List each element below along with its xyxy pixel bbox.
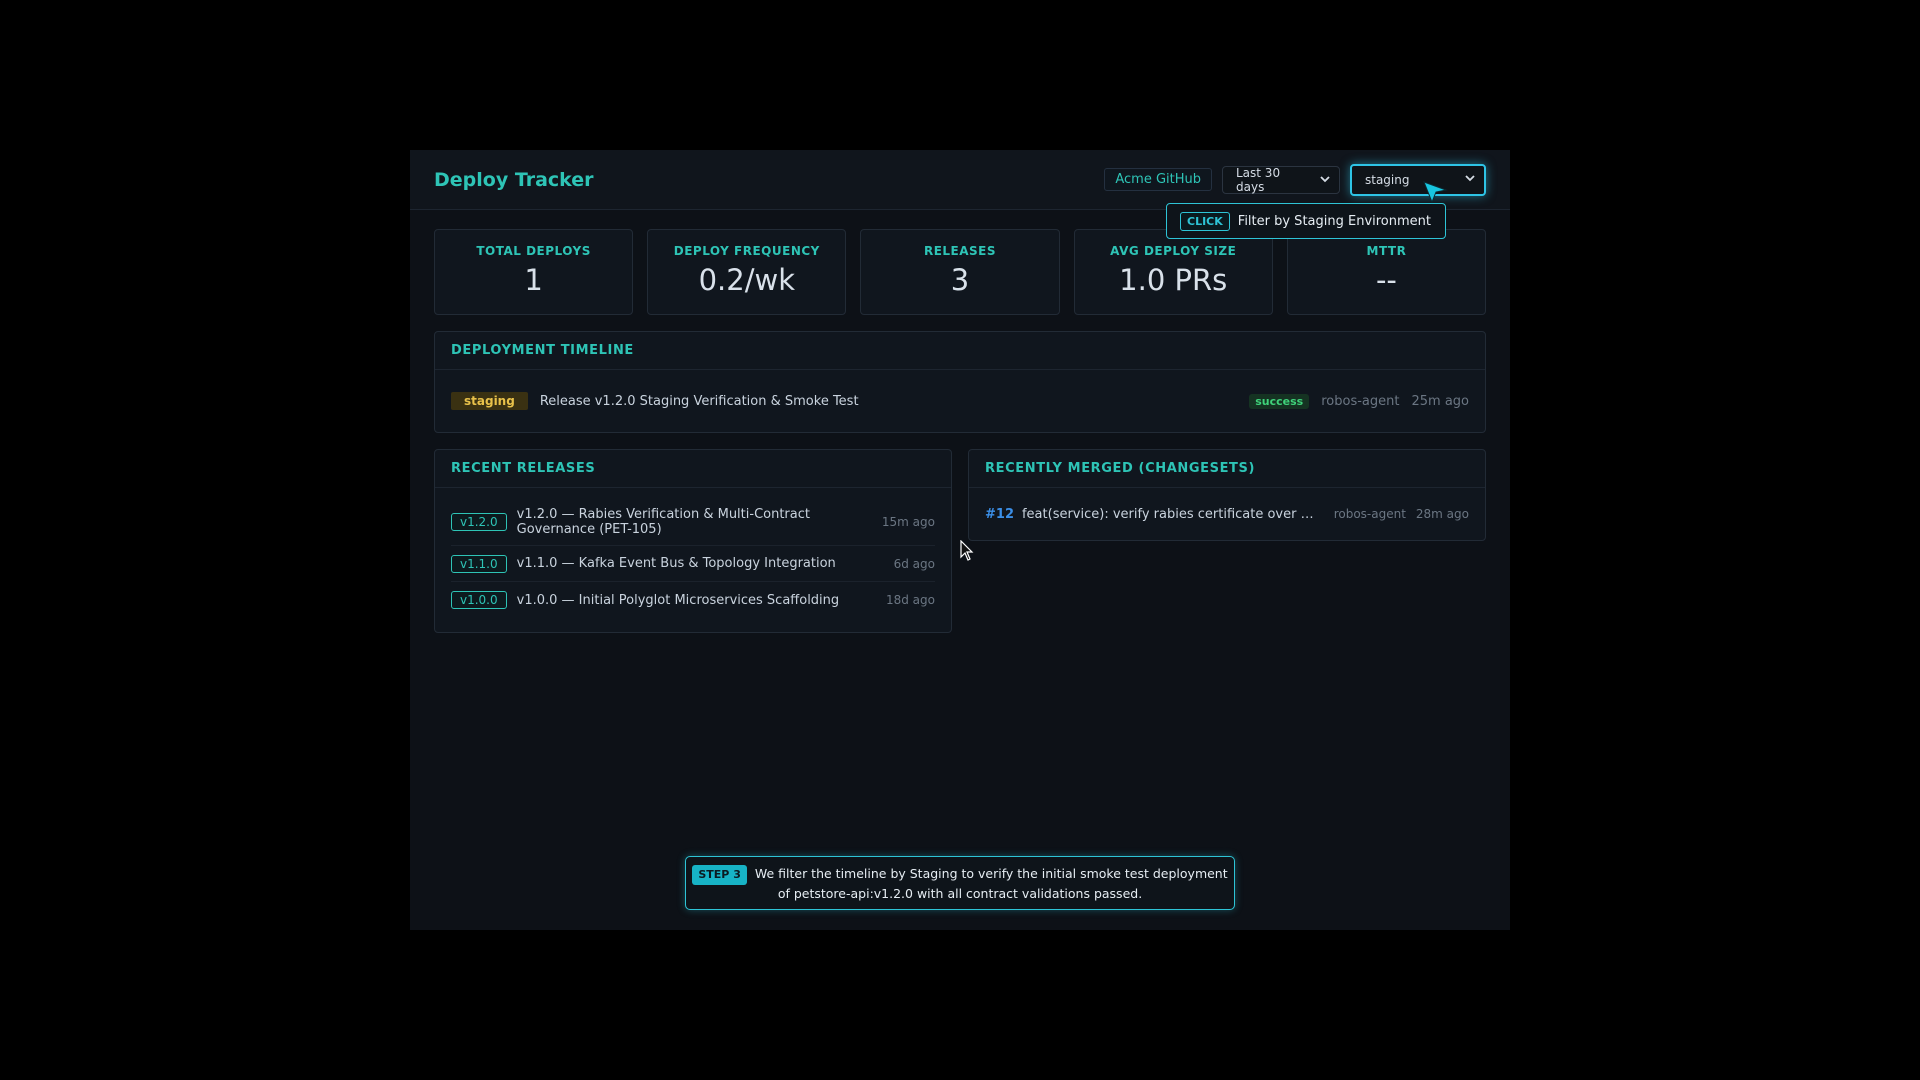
deployment-timeline-panel: DEPLOYMENT TIMELINE staging Release v1.2… — [434, 331, 1486, 433]
environment-select[interactable]: staging — [1350, 163, 1486, 196]
stat-card-deploy-frequency: DEPLOY FREQUENCY 0.2/wk — [647, 229, 847, 315]
stat-card-total-deploys: TOTAL DEPLOYS 1 — [434, 229, 634, 315]
stat-value: -- — [1375, 263, 1397, 297]
release-title: v1.1.0 — Kafka Event Bus & Topology Inte… — [516, 556, 836, 571]
stat-label: MTTR — [1366, 244, 1407, 258]
deployment-author: robos-agent — [1321, 393, 1400, 409]
release-time: 15m ago — [881, 514, 935, 529]
list-item[interactable]: v1.0.0 v1.0.0 — Initial Polyglot Microse… — [451, 582, 935, 618]
stat-label: RELEASES — [923, 244, 997, 258]
deployment-time: 25m ago — [1411, 393, 1469, 409]
list-item[interactable]: #12 feat(service): verify rabies certifi… — [969, 488, 1485, 540]
status-badge: success — [1249, 393, 1310, 409]
pr-number-link[interactable]: #12 — [985, 507, 1014, 522]
date-range-value: Last 30 days — [1236, 165, 1281, 194]
recently-merged-panel: RECENTLY MERGED (CHANGESETS) #12 feat(se… — [968, 449, 1486, 541]
stat-label: DEPLOY FREQUENCY — [673, 244, 820, 258]
header-bar: Deploy Tracker Acme GitHub Last 30 days … — [410, 150, 1510, 210]
mouse-pointer-icon — [960, 540, 974, 561]
list-item[interactable]: v1.1.0 v1.1.0 — Kafka Event Bus & Topolo… — [451, 546, 935, 582]
release-time: 18d ago — [885, 593, 935, 607]
chevron-down-icon — [1465, 174, 1475, 181]
tooltip-text: Filter by Staging Environment — [1237, 213, 1431, 229]
stat-value: 1.0 PRs — [1119, 263, 1228, 297]
page-title: Deploy Tracker — [434, 168, 594, 191]
release-list: v1.2.0 v1.2.0 — Rabies Verification & Mu… — [435, 488, 951, 618]
version-badge: v1.0.0 — [451, 591, 507, 609]
pr-title: feat(service): verify rabies certificate… — [1021, 506, 1324, 522]
action-tooltip: CLICK Filter by Staging Environment — [1166, 203, 1446, 239]
pr-time: 28m ago — [1415, 507, 1469, 521]
stat-label: TOTAL DEPLOYS — [476, 244, 591, 258]
release-time: 6d ago — [893, 556, 935, 571]
release-title: v1.0.0 — Initial Polyglot Microservices … — [516, 592, 840, 608]
version-badge: v1.1.0 — [451, 554, 507, 573]
environment-value: staging — [1365, 172, 1410, 187]
step-callout: STEP 3 We filter the timeline by Staging… — [685, 856, 1235, 910]
stat-card-mttr: MTTR -- — [1286, 229, 1487, 315]
step-text: We filter the timeline by Staging to ver… — [754, 866, 1228, 901]
stat-label: AVG DEPLOY SIZE — [1110, 244, 1237, 258]
stat-card-releases: RELEASES 3 — [860, 229, 1060, 315]
org-badge[interactable]: Acme GitHub — [1104, 168, 1212, 191]
highlight-cursor-icon — [1423, 181, 1448, 204]
stat-value: 3 — [950, 263, 970, 297]
chevron-down-icon — [1320, 175, 1330, 182]
stat-value: 0.2/wk — [698, 263, 795, 297]
panel-title: RECENT RELEASES — [435, 450, 951, 488]
panel-title: DEPLOYMENT TIMELINE — [435, 332, 1485, 370]
version-badge: v1.2.0 — [451, 512, 507, 531]
step-chip: STEP 3 — [692, 865, 747, 885]
list-item[interactable]: v1.2.0 v1.2.0 — Rabies Verification & Mu… — [451, 498, 935, 546]
stats-row: TOTAL DEPLOYS 1 DEPLOY FREQUENCY 0.2/wk … — [434, 229, 1487, 315]
deployment-meta: success robos-agent 25m ago — [1249, 393, 1469, 409]
release-title: v1.2.0 — Rabies Verification & Multi-Con… — [516, 506, 810, 537]
deployment-title: Release v1.2.0 Staging Verification & Sm… — [539, 393, 859, 409]
action-chip: CLICK — [1180, 211, 1230, 231]
date-range-select[interactable]: Last 30 days — [1222, 165, 1340, 194]
pr-author: robos-agent — [1333, 507, 1406, 521]
stat-card-avg-deploy-size: AVG DEPLOY SIZE 1.0 PRs — [1073, 229, 1273, 315]
panel-title: RECENTLY MERGED (CHANGESETS) — [969, 450, 1485, 488]
recent-releases-panel: RECENT RELEASES v1.2.0 v1.2.0 — Rabies V… — [434, 449, 952, 633]
timeline-row[interactable]: staging Release v1.2.0 Staging Verificat… — [435, 370, 1485, 432]
step-text-wrap: STEP 3 We filter the timeline by Staging… — [686, 865, 1234, 903]
stat-value: 1 — [524, 263, 543, 297]
environment-badge: staging — [451, 392, 528, 410]
